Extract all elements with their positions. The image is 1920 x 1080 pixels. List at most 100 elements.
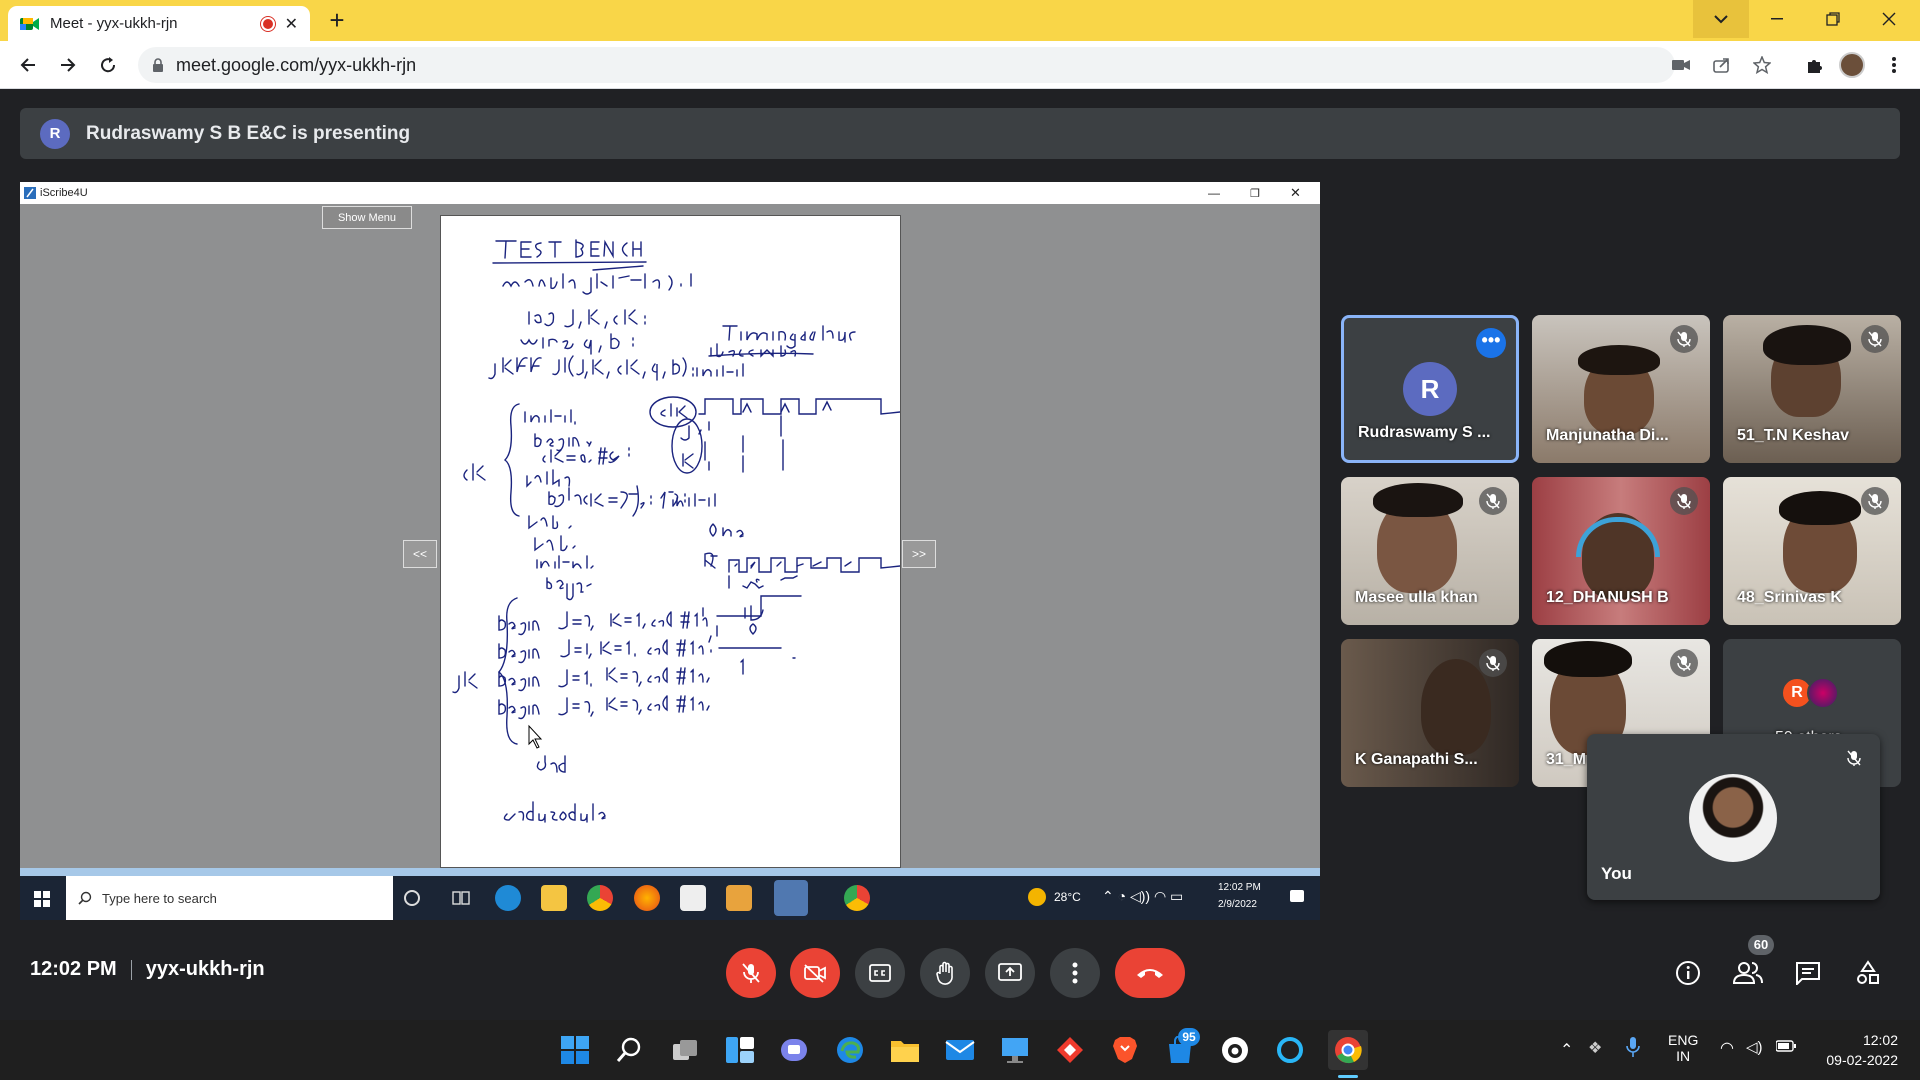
camera-in-use-icon[interactable] <box>1667 51 1695 79</box>
cortana-ring-icon[interactable] <box>1273 1033 1307 1067</box>
headphones-icon <box>1576 517 1660 557</box>
whiteboard-scrollbar <box>20 868 1320 876</box>
participant-name: K Ganapathi S... <box>1355 751 1478 768</box>
iscribe-minimize-icon[interactable]: — <box>1208 186 1220 200</box>
browser-menu-icon[interactable] <box>1880 51 1908 79</box>
next-page-button[interactable]: >> <box>902 540 936 568</box>
mail-icon[interactable] <box>943 1033 977 1067</box>
mic-off-button[interactable] <box>726 948 776 998</box>
iscribe-title: iScribe4U <box>40 187 88 199</box>
more-options-button[interactable] <box>1050 948 1100 998</box>
wifi-icon[interactable]: ◠ <box>1720 1038 1734 1058</box>
tray-chevron-icon[interactable]: ⌃ <box>1560 1040 1573 1060</box>
os-clock-time[interactable]: 12:02 <box>1838 1032 1898 1048</box>
github-icon[interactable] <box>1218 1033 1252 1067</box>
iscribe-close-icon[interactable]: ✕ <box>1290 185 1301 201</box>
present-icon <box>998 963 1022 981</box>
participant-tile[interactable]: 51_T.N Keshav <box>1723 315 1901 463</box>
language-top: ENG <box>1668 1032 1699 1048</box>
active-app-indicator <box>1338 1075 1358 1078</box>
share-icon[interactable] <box>1708 51 1736 79</box>
tab-search-button[interactable] <box>1693 0 1749 38</box>
activities-button[interactable] <box>1848 953 1888 993</box>
bookmark-star-icon[interactable] <box>1748 51 1776 79</box>
meeting-info: 12:02 PM yyx-ukkh-rjn <box>30 958 265 981</box>
meeting-details-button[interactable] <box>1668 953 1708 993</box>
start-icon[interactable] <box>558 1033 592 1067</box>
presenter-firefox-icon <box>634 885 660 911</box>
browser-tab[interactable]: Meet - yyx-ukkh-rjn ✕ <box>8 6 310 41</box>
extensions-icon[interactable] <box>1800 51 1828 79</box>
participant-tile[interactable]: 48_Srinivas K <box>1723 477 1901 625</box>
people-count-badge: 60 <box>1748 935 1774 955</box>
anydesk-icon[interactable] <box>1053 1033 1087 1067</box>
others-avatar-photo <box>1807 677 1839 709</box>
participant-tile[interactable]: K Ganapathi S... <box>1341 639 1519 787</box>
dropbox-icon[interactable]: ❖ <box>1588 1038 1602 1058</box>
presenter-clock-time: 12:02 PM <box>1218 882 1261 893</box>
participant-name: 51_T.N Keshav <box>1737 427 1850 444</box>
iscribe-logo-icon <box>24 187 36 199</box>
present-now-button[interactable] <box>985 948 1035 998</box>
teams-chat-icon[interactable] <box>778 1033 812 1067</box>
camera-off-button[interactable] <box>790 948 840 998</box>
tray-mic-icon[interactable] <box>1626 1036 1640 1058</box>
weather-icon <box>1028 888 1046 906</box>
volume-icon[interactable]: ◁) <box>1746 1038 1763 1056</box>
presenter-search-text: Type here to search <box>102 890 217 906</box>
leave-call-button[interactable] <box>1115 948 1185 998</box>
brave-icon[interactable] <box>1108 1033 1142 1067</box>
hand-icon <box>936 961 953 985</box>
participant-tile[interactable]: 12_DHANUSH B <box>1532 477 1710 625</box>
recording-icon <box>260 16 275 31</box>
presenter-tray-icons: ⌃ ◔ ◁)) ◠ ▭ <box>1102 888 1184 904</box>
participant-video <box>1421 659 1491 755</box>
back-icon[interactable] <box>14 51 42 79</box>
meet-favicon-icon <box>20 16 40 32</box>
widgets-icon[interactable] <box>723 1033 757 1067</box>
iscribe-restore-icon[interactable]: ❐ <box>1250 187 1260 200</box>
chrome-taskbar-icon[interactable] <box>1328 1030 1368 1070</box>
battery-icon[interactable] <box>1776 1040 1796 1052</box>
edge-icon[interactable] <box>833 1033 867 1067</box>
os-clock-date[interactable]: 09-02-2022 <box>1808 1052 1898 1068</box>
forward-icon[interactable] <box>54 51 82 79</box>
captions-icon <box>869 964 891 982</box>
presenting-text: Rudraswamy S B E&C is presenting <box>86 122 411 144</box>
participant-tile[interactable]: Manjunatha Di... <box>1532 315 1710 463</box>
restore-button[interactable] <box>1805 0 1861 38</box>
meeting-time: 12:02 PM <box>30 958 117 980</box>
chat-button[interactable] <box>1788 953 1828 993</box>
people-button[interactable] <box>1728 953 1768 993</box>
muted-mic-icon <box>1479 487 1507 515</box>
show-menu-button[interactable]: Show Menu <box>322 206 412 229</box>
participant-hair <box>1544 641 1632 677</box>
self-muted-mic-icon <box>1840 744 1868 772</box>
self-view-tile[interactable]: You <box>1587 734 1880 900</box>
muted-mic-icon <box>1670 325 1698 353</box>
close-window-button[interactable] <box>1861 0 1917 38</box>
remote-desktop-icon[interactable] <box>998 1033 1032 1067</box>
info-icon <box>1676 961 1700 985</box>
raise-hand-button[interactable] <box>920 948 970 998</box>
new-tab-button[interactable]: + <box>320 6 354 36</box>
reload-icon[interactable] <box>94 51 122 79</box>
address-bar[interactable]: meet.google.com/yyx-ukkh-rjn <box>138 47 1675 83</box>
url-text: meet.google.com/yyx-ukkh-rjn <box>176 54 417 75</box>
profile-avatar[interactable] <box>1838 51 1866 79</box>
muted-mic-icon <box>1670 487 1698 515</box>
participant-tile[interactable]: R ••• Rudraswamy S ... <box>1341 315 1519 463</box>
participant-tile[interactable]: Masee ulla khan <box>1341 477 1519 625</box>
file-explorer-icon[interactable] <box>888 1033 922 1067</box>
language-indicator[interactable]: ENG IN <box>1668 1032 1698 1064</box>
tab-close-icon[interactable]: ✕ <box>285 14 298 34</box>
task-view-icon[interactable] <box>668 1033 702 1067</box>
self-label: You <box>1601 864 1632 883</box>
search-icon[interactable] <box>613 1033 647 1067</box>
lock-icon <box>152 58 164 72</box>
prev-page-button[interactable]: << <box>403 540 437 568</box>
muted-mic-icon <box>1861 487 1889 515</box>
captions-button[interactable] <box>855 948 905 998</box>
minimize-button[interactable] <box>1749 0 1805 38</box>
presenter-search-box: Type here to search <box>66 876 393 920</box>
